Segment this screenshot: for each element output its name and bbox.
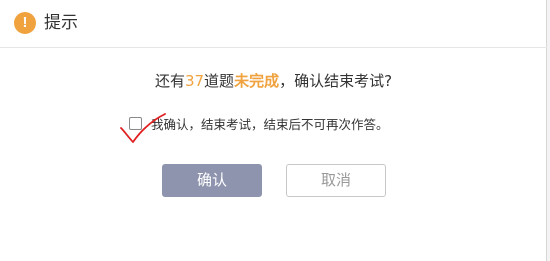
unfinished-count: 37 [184,72,205,90]
cancel-button[interactable]: 取消 [286,164,386,197]
warning-icon: ! [14,12,36,34]
message-prefix: 还有 [154,72,185,90]
message-suffix: ，确认结束考试? [279,72,393,90]
dialog-message: 还有37道题未完成，确认结束考试? [0,71,547,91]
confirm-dialog: ! 提示 还有37道题未完成，确认结束考试? 我确认，结束考试，结束后不可再次作… [0,0,547,261]
confirm-button[interactable]: 确认 [162,164,262,197]
confirm-checkbox[interactable] [129,117,142,130]
confirm-checkbox-label[interactable]: 我确认，结束考试，结束后不可再次作答。 [151,116,389,134]
message-middle: 道题 [204,72,235,90]
dialog-title: 提示 [44,13,78,33]
dialog-header: ! 提示 [0,0,547,48]
unfinished-highlight: 未完成 [234,72,280,90]
